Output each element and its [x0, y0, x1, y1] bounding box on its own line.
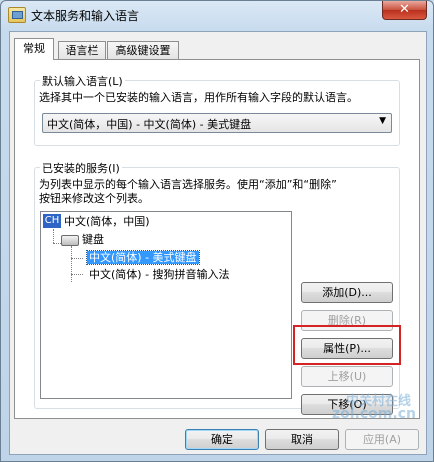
default-language-group: 默认输入语言(L) 选择其中一个已安装的输入语言，用作所有输入字段的默认语言。 … — [34, 73, 400, 146]
dialog-client: 常规 语言栏 高级键设置 默认输入语言(L) 选择其中一个已安装的输入语言，用作… — [9, 31, 427, 455]
default-language-value: 中文(简体，中国) - 中文(简体) - 美式键盘 — [47, 118, 252, 131]
default-language-group-title: 默认输入语言(L) — [40, 73, 125, 89]
default-language-description: 选择其中一个已安装的输入语言，用作所有输入字段的默认语言。 — [39, 91, 358, 104]
tree-connector — [53, 229, 54, 243]
watermark-line2: zol.com.cn — [332, 406, 416, 422]
installed-services-group: 已安装的服务(I) 为列表中显示的每个输入语言选择服务。使用“添加”和“删除” … — [34, 160, 401, 415]
tree-keyboard-node[interactable]: 键盘 — [61, 232, 104, 247]
installed-services-group-title: 已安装的服务(I) — [40, 160, 122, 176]
ok-button[interactable]: 确定 — [185, 429, 259, 450]
tree-connector — [71, 274, 83, 275]
close-button[interactable]: ✕ — [382, 1, 427, 20]
tree-connector — [71, 246, 72, 282]
installed-services-description-2: 按钮来修改这个列表。 — [39, 192, 149, 205]
tab-panel-general: 默认输入语言(L) 选择其中一个已安装的输入语言，用作所有输入字段的默认语言。 … — [14, 59, 420, 419]
tab-advanced-keys[interactable]: 高级键设置 — [107, 41, 179, 59]
tree-service-label: 中文(简体) - 搜狗拼音输入法 — [89, 268, 230, 281]
chevron-down-icon: ▼ — [379, 116, 386, 126]
apply-button[interactable]: 应用(A) — [345, 429, 419, 450]
tree-service-item[interactable]: 中文(简体) - 美式键盘 — [86, 250, 200, 265]
close-icon: ✕ — [399, 2, 410, 17]
tree-service-item[interactable]: 中文(简体) - 搜狗拼音输入法 — [89, 267, 230, 282]
tree-connector — [71, 258, 83, 259]
installed-services-tree[interactable]: CH 中文(简体，中国) 键盘 中文(简体) - 美式键盘 中文(简体) - 搜狗… — [40, 211, 292, 399]
dialog-window: 文本服务和输入语言 ✕ 常规 语言栏 高级键设置 默认输入语言(L) 选择其中一… — [0, 0, 434, 462]
tree-language-node[interactable]: CH 中文(简体，中国) — [43, 214, 150, 229]
keyboard-icon — [61, 235, 79, 246]
tree-language-label: 中文(简体，中国) — [64, 215, 150, 228]
language-badge: CH — [43, 214, 61, 228]
tree-keyboard-label: 键盘 — [82, 233, 104, 246]
tree-connector — [53, 243, 61, 244]
title-bar[interactable]: 文本服务和输入语言 ✕ — [1, 1, 433, 29]
tree-service-label-selected: 中文(简体) - 美式键盘 — [86, 250, 200, 265]
tab-language-bar[interactable]: 语言栏 — [58, 41, 106, 59]
move-up-button[interactable]: 上移(U) — [301, 366, 393, 387]
default-language-dropdown[interactable]: 中文(简体，中国) - 中文(简体) - 美式键盘 ▼ — [42, 113, 392, 133]
cancel-button[interactable]: 取消 — [265, 429, 339, 450]
app-icon — [8, 7, 26, 23]
add-button[interactable]: 添加(D)... — [301, 282, 393, 303]
tab-general[interactable]: 常规 — [14, 38, 54, 60]
window-title: 文本服务和输入语言 — [31, 9, 140, 23]
annotation-highlight-box — [293, 325, 401, 365]
